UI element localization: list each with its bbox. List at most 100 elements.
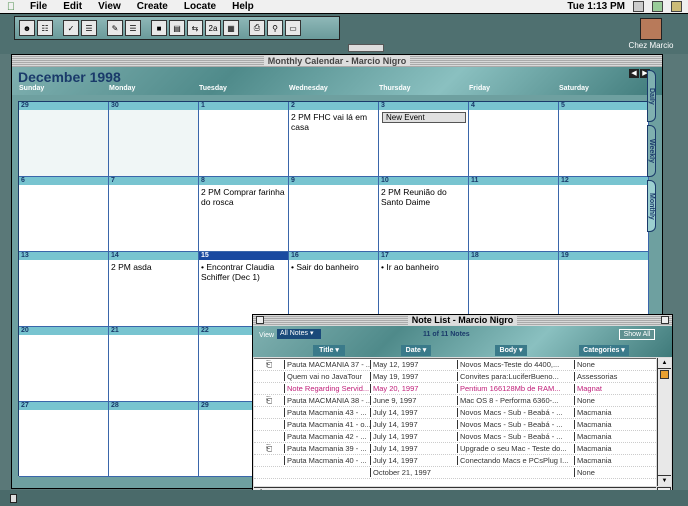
tab-weekly[interactable]: Weekly (647, 125, 656, 177)
note-row[interactable]: ⎗ Pauta MACMANIA 37 - ... May 12, 1997 Novo… (254, 359, 656, 371)
prev-month-icon[interactable]: ◀ (629, 69, 639, 78)
day-cell[interactable]: 29 (19, 102, 109, 177)
note-body: Upgrade o seu Mac - Teste do... (457, 444, 574, 453)
document-icon[interactable] (10, 494, 17, 503)
note-row[interactable]: Pauta Macmania 42 - ... July 14, 1997 Novo… (254, 431, 656, 443)
note-row[interactable]: Quem vai no JavaTour May 19, 1997 Convites… (254, 371, 656, 383)
day-cell[interactable]: 28 (109, 402, 199, 477)
note-list-title-bar[interactable]: Note List - Marcio Nigro (253, 315, 672, 326)
note-row[interactable]: ⎗ Pauta MACMANIA 38 - ... June 9, 1997 Mac … (254, 395, 656, 407)
menu-file[interactable]: File (22, 1, 55, 12)
find-icon[interactable]: ⚲ (267, 20, 283, 36)
calendar-title-bar[interactable]: Monthly Calendar - Marcio Nigro (12, 55, 662, 67)
calendar-2a-icon[interactable]: 2a (205, 20, 221, 36)
menu-help[interactable]: Help (224, 1, 262, 12)
calendar-event[interactable]: • Ir ao banheiro (379, 260, 468, 272)
day-cell[interactable]: 21 (109, 327, 199, 402)
note-row[interactable]: ⎗ Pauta Macmania 39 - ... July 14, 1997 Upg… (254, 443, 656, 455)
day-cell[interactable]: 4 (469, 102, 559, 177)
day-cell[interactable]: 82 PM Comprar farinha do rosca (199, 177, 289, 252)
day-cell[interactable]: 9 (289, 177, 379, 252)
day-cell[interactable]: 13 (19, 252, 109, 327)
day-cell[interactable]: 10 2 PM Reunião do Santo Daime (379, 177, 469, 252)
clock[interactable]: Tue 1:13 PM (567, 1, 625, 12)
note-date: July 14, 1997 (370, 456, 457, 465)
day-cell[interactable]: 5 (559, 102, 649, 177)
task-list-icon[interactable]: ☰ (81, 20, 97, 36)
note-date: July 14, 1997 (370, 408, 457, 417)
day-cell[interactable]: 27 (19, 402, 109, 477)
note-row[interactable]: Pauta Macmania 40 - ... July 14, 1997 Cone… (254, 455, 656, 467)
note-body: Novos Macs - Sub - Beabá - ... (457, 420, 574, 429)
view-select[interactable]: All Notes ▾ (277, 329, 321, 339)
tab-monthly[interactable]: Monthly (647, 180, 656, 232)
tab-daily[interactable]: Daily (647, 70, 656, 122)
menu-edit[interactable]: Edit (55, 1, 90, 12)
day-cell[interactable]: 3 New Event (379, 102, 469, 177)
background-window[interactable] (348, 44, 384, 52)
note-row[interactable]: Pauta Macmania 43 - ... July 14, 1997 Novo… (254, 407, 656, 419)
calendar-month-icon[interactable]: ▦ (223, 20, 239, 36)
column-header-categories[interactable]: Categories ▾ (579, 345, 629, 356)
day-cell[interactable]: 30 (109, 102, 199, 177)
control-strip-icon[interactable] (652, 1, 663, 12)
day-number: 6 (19, 177, 108, 185)
day-cell[interactable]: 14 2 PM asda (109, 252, 199, 327)
note-row[interactable]: Pauta Macmania 41 - o... July 14, 1997 Nov… (254, 419, 656, 431)
trash-icon[interactable]: ▭ (285, 20, 301, 36)
menu-view[interactable]: View (90, 1, 129, 12)
note-title: Note Regarding Servid... (284, 384, 370, 393)
note-date: October 21, 1997 (370, 468, 457, 477)
column-header-body[interactable]: Body ▾ (495, 345, 527, 356)
calendar-event[interactable]: 2 PM asda (109, 260, 198, 272)
show-all-button[interactable]: Show All (619, 329, 655, 340)
new-event-field[interactable]: New Event (382, 112, 466, 123)
calendar-event[interactable]: • Encontrar Claudia Schiffer (Dec 1) (199, 260, 288, 282)
day-cell[interactable]: 6 (19, 177, 109, 252)
column-header-title[interactable]: Title ▾ (313, 345, 345, 356)
day-number: 17 (379, 252, 468, 260)
scroll-down-icon[interactable]: ▼ (658, 475, 671, 486)
calendar-day-icon[interactable]: ■ (151, 20, 167, 36)
column-header-date[interactable]: Date ▾ (401, 345, 431, 356)
note-row[interactable]: October 21, 1997 None (254, 467, 656, 479)
day-cell[interactable]: 20 (19, 327, 109, 402)
desktop-icon-chez-marcio[interactable]: Chez Marcio (626, 18, 676, 50)
zoom-box-icon[interactable] (661, 316, 669, 324)
close-box-icon[interactable] (256, 316, 264, 324)
day-cell[interactable]: 1 (199, 102, 289, 177)
scroll-up-icon[interactable]: ▲ (658, 358, 671, 369)
day-number: 14 (109, 252, 198, 260)
application-menu-icon[interactable] (671, 1, 682, 12)
calendar-event[interactable]: • Sair do banheiro (289, 260, 378, 272)
day-cell[interactable]: 12 (559, 177, 649, 252)
scroll-thumb[interactable] (660, 370, 669, 379)
day-number: 8 (199, 177, 288, 185)
apple-menu-icon[interactable]:  (0, 1, 22, 13)
calendar-event[interactable]: 2 PM Comprar farinha do rosca (199, 185, 288, 207)
day-cell[interactable]: 11 (469, 177, 559, 252)
menu-locate[interactable]: Locate (176, 1, 224, 12)
task-icon[interactable]: ✓ (63, 20, 79, 36)
calendar-span-icon[interactable]: ⇆ (187, 20, 203, 36)
menu-create[interactable]: Create (129, 1, 176, 12)
calendar-week-icon[interactable]: ▤ (169, 20, 185, 36)
vertical-scrollbar[interactable]: ▲ ▼ (657, 358, 671, 486)
note-body: Novos Macs - Sub - Beabá - ... (457, 408, 574, 417)
contacts-book-icon[interactable]: ☷ (37, 20, 53, 36)
note-cat: None (574, 396, 656, 405)
note-row[interactable]: Note Regarding Servid... May 20, 1997 Pent… (254, 383, 656, 395)
calendar-event[interactable]: 2 PM Reunião do Santo Daime (379, 185, 468, 207)
monitor-icon[interactable] (633, 1, 644, 12)
day-cell[interactable]: 22 PM FHC vai lá em casa (289, 102, 379, 177)
column-header-label: Date (405, 347, 421, 354)
print-icon[interactable]: ⎙ (249, 20, 265, 36)
contacts-icon[interactable]: ☻ (19, 20, 35, 36)
note-list-icon[interactable]: ☰ (125, 20, 141, 36)
calendar-event[interactable]: 2 PM FHC vai lá em casa (289, 110, 378, 132)
note-icon[interactable]: ✎ (107, 20, 123, 36)
day-cell[interactable]: 7 (109, 177, 199, 252)
note-count: 11 of 11 Notes (423, 331, 470, 338)
day-names-row: Sunday Monday Tuesday Wednesday Thursday… (17, 85, 647, 92)
day-number: 29 (19, 102, 108, 110)
